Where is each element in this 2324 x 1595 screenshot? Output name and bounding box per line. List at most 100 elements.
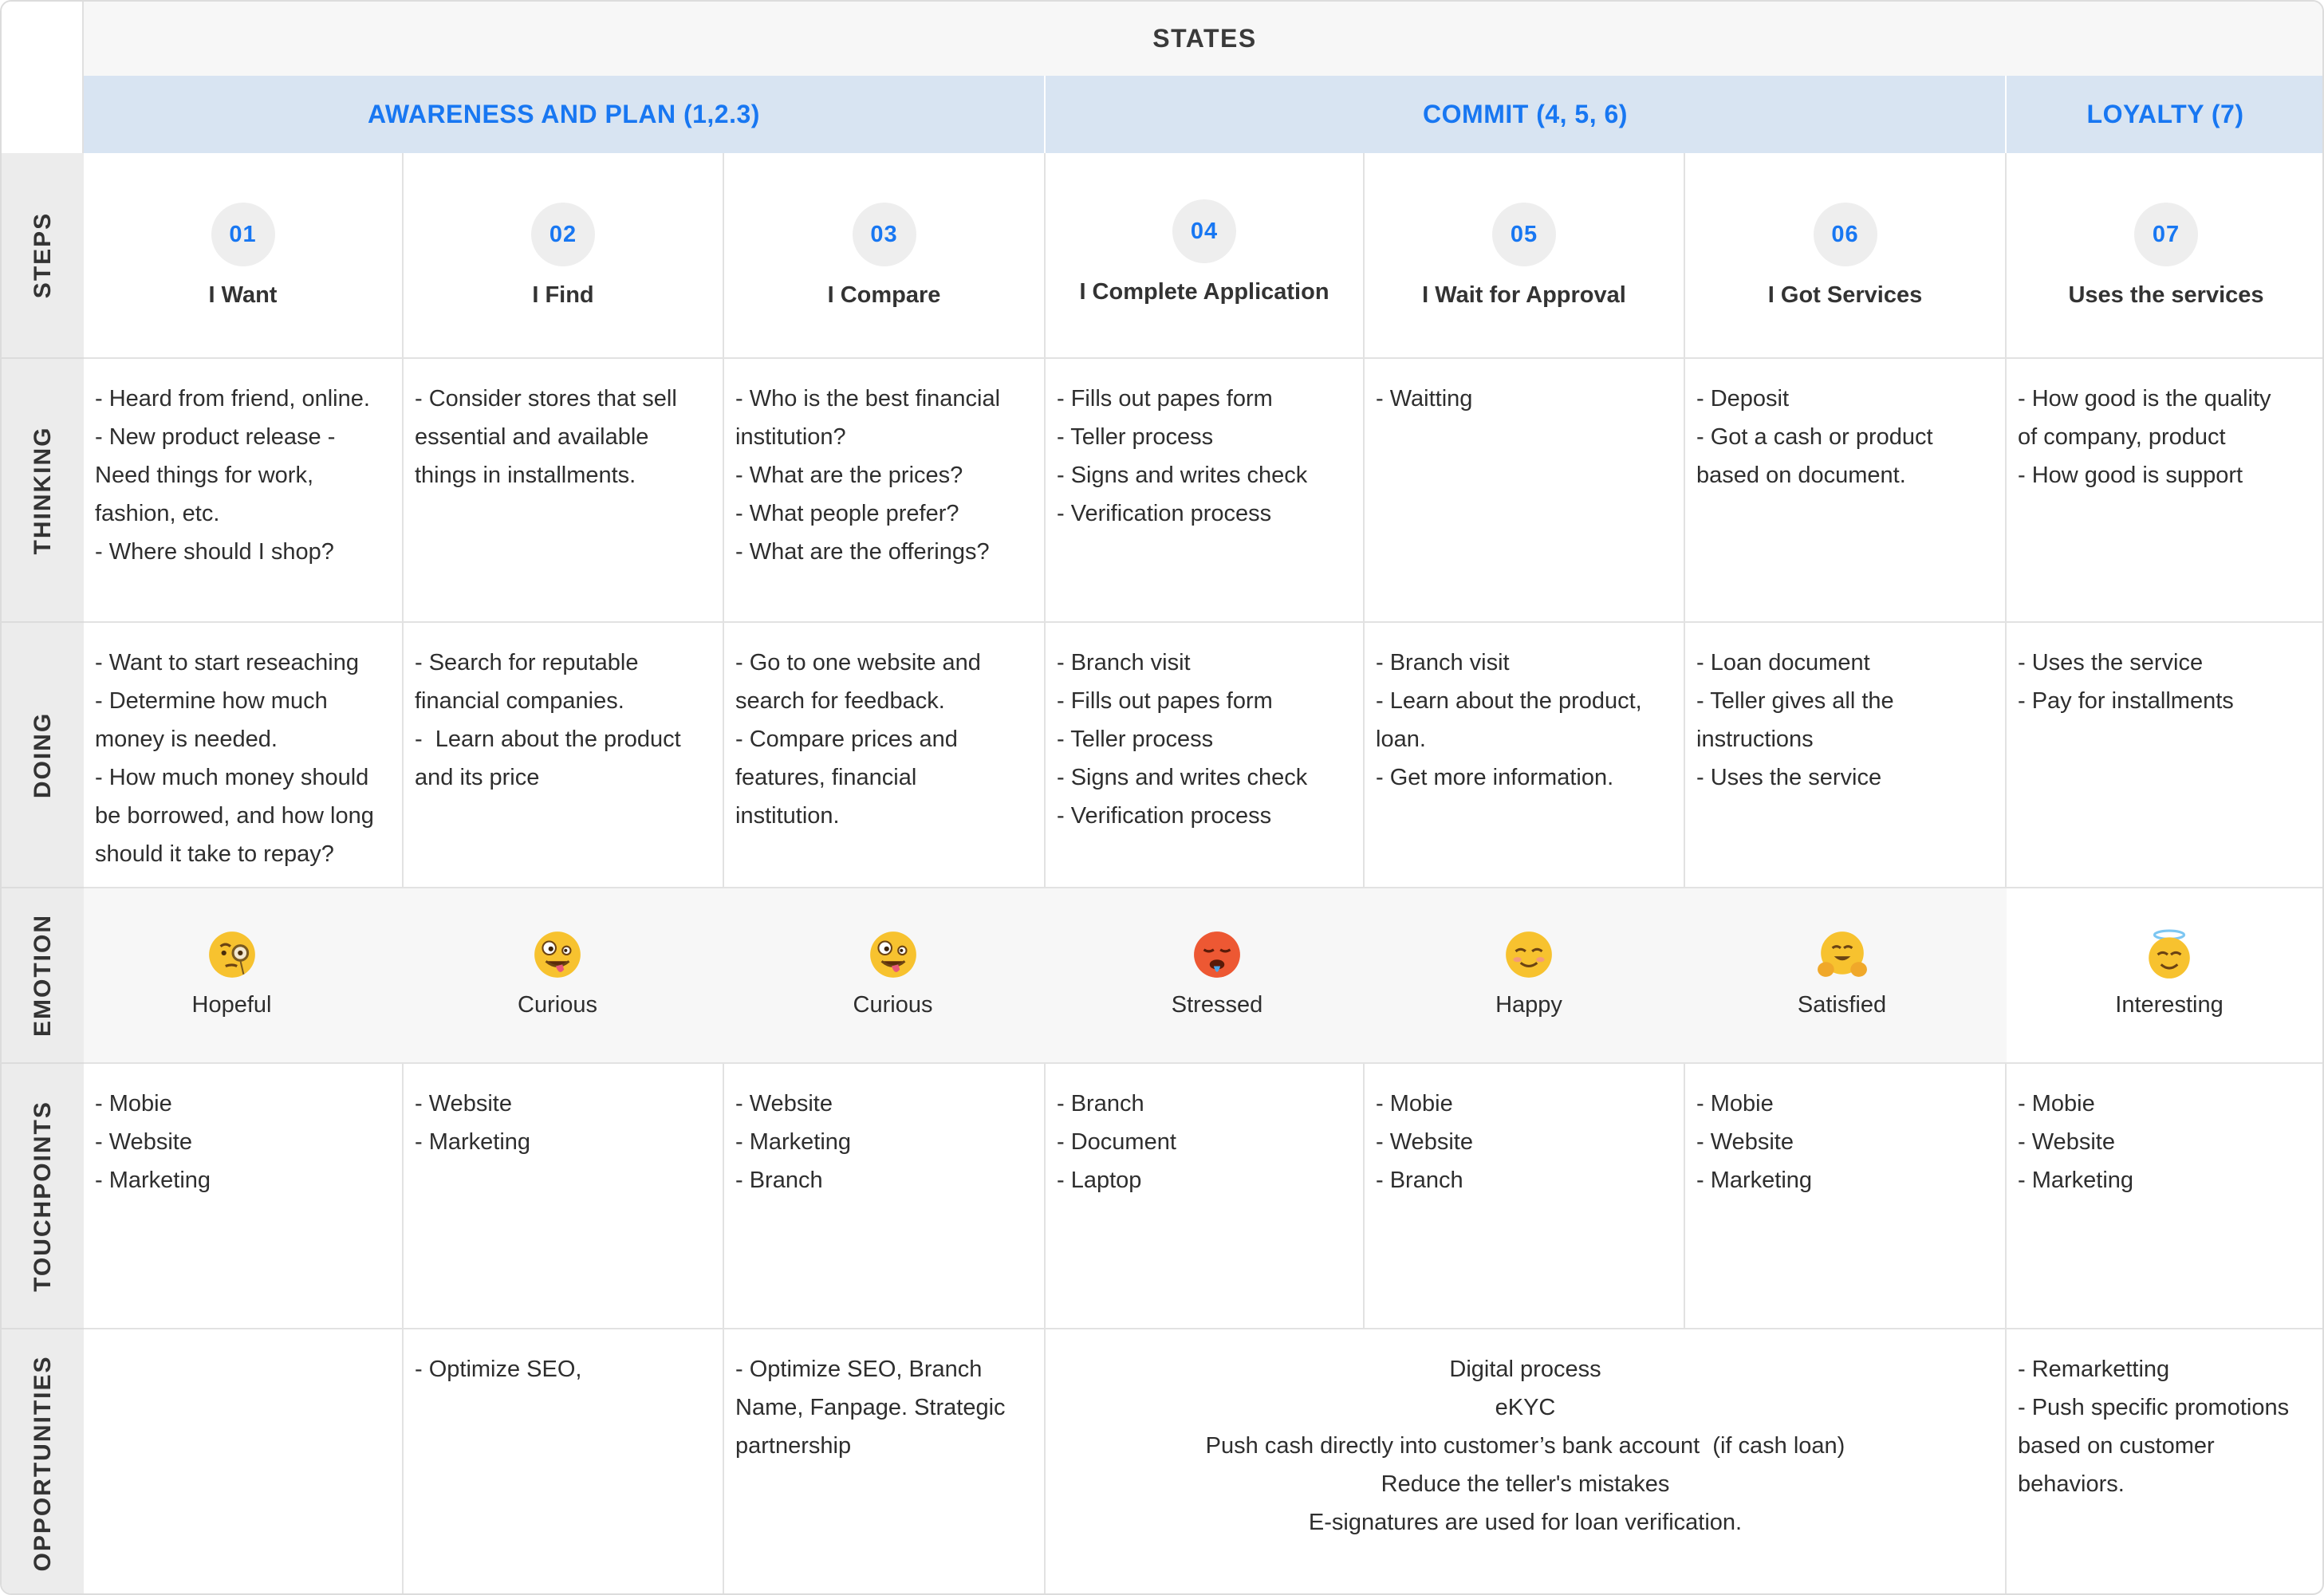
emotion-cell-6: Satisfied: [1685, 888, 2007, 1064]
doing-line: - Teller process: [1057, 727, 1214, 752]
doing-line: money is needed.: [95, 727, 278, 752]
step-number-badge: 01: [211, 203, 275, 266]
doing-line: - Search for reputable: [415, 650, 639, 675]
phase-commit: COMMIT (4, 5, 6): [1046, 76, 2007, 153]
doing-line: - Learn about the product: [415, 727, 681, 752]
doing-cell-6: - Loan document - Teller gives all the i…: [1685, 623, 2007, 888]
step-number-badge: 02: [531, 203, 595, 266]
row-label-thinking: THINKING: [2, 359, 84, 623]
step-number-badge: 05: [1492, 203, 1556, 266]
phase-awareness: AWARENESS AND PLAN (1,2.3): [84, 76, 1046, 153]
opportunity-line: Reduce the teller's mistakes: [1381, 1471, 1670, 1497]
hot-face-icon: [1194, 931, 1240, 978]
step-title: Uses the services: [2068, 282, 2264, 308]
thinking-line: - What are the prices?: [735, 463, 963, 488]
doing-line: be borrowed, and how long: [95, 803, 374, 829]
touchpoint-line: - Branch: [735, 1168, 823, 1193]
doing-line: - Branch visit: [1376, 650, 1510, 675]
thinking-line: based on document.: [1696, 463, 1906, 488]
touchpoint-line: - Marketing: [735, 1129, 852, 1155]
doing-cell-7: - Uses the service - Pay for installment…: [2007, 623, 2322, 888]
step-1: 01 I Want: [84, 153, 404, 359]
opportunity-line: Push cash directly into customer’s bank …: [1205, 1433, 1845, 1459]
row-label-opportunities: OPPORTUNITIES: [2, 1329, 84, 1593]
customer-journey-map: STATES AWARENESS AND PLAN (1,2.3) COMMIT…: [0, 0, 2324, 1595]
row-label-emotion: EMOTION: [2, 888, 84, 1064]
emotion-label: Happy: [1495, 992, 1562, 1018]
doing-line: - Fills out papes form: [1057, 688, 1273, 714]
emotion-label: Stressed: [1171, 992, 1263, 1018]
emotion-cell-3: Curious: [724, 888, 1046, 1064]
doing-line: - Pay for installments: [2018, 688, 2234, 714]
doing-line: instructions: [1696, 727, 1814, 752]
emotion-label: Hopeful: [191, 992, 272, 1018]
touchpoint-line: - Marketing: [1696, 1168, 1813, 1193]
thinking-line: - Consider stores that sell: [415, 386, 677, 412]
row-label-text: TOUCHPOINTS: [29, 1100, 56, 1292]
thinking-line: - Teller process: [1057, 424, 1214, 450]
touchpoint-line: - Marketing: [415, 1129, 531, 1155]
step-title: I Complete Application: [1079, 279, 1329, 305]
step-7: 07 Uses the services: [2007, 153, 2322, 359]
opportunity-line: - Push specific promotions: [2018, 1395, 2290, 1420]
zany-face-icon: [869, 931, 916, 978]
thinking-cell-5: - Waitting: [1365, 359, 1685, 623]
doing-line: features, financial: [735, 765, 917, 790]
touchpoint-line: - Marketing: [95, 1168, 211, 1193]
zany-face-icon: [534, 931, 581, 978]
step-number-badge: 06: [1813, 203, 1877, 266]
opportunity-line: - Optimize SEO, Branch: [735, 1357, 983, 1382]
doing-line: - Uses the service: [1696, 765, 1882, 790]
touchpoint-line: - Website: [1696, 1129, 1794, 1155]
phase-loyalty: LOYALTY (7): [2007, 76, 2322, 153]
step-6: 06 I Got Services: [1685, 153, 2007, 359]
doing-line: - Uses the service: [2018, 650, 2204, 675]
doing-line: - Determine how much: [95, 688, 328, 714]
doing-line: - Teller gives all the: [1696, 688, 1894, 714]
doing-line: should it take to repay?: [95, 841, 334, 867]
doing-line: and its price: [415, 765, 540, 790]
thinking-line: Need things for work,: [95, 463, 314, 488]
thinking-line: - Verification process: [1057, 501, 1272, 526]
step-title: I Got Services: [1767, 282, 1923, 308]
touchpoints-cell-2: - Website - Marketing: [404, 1064, 724, 1329]
touchpoints-cell-6: - Mobie - Website - Marketing: [1685, 1064, 2007, 1329]
doing-line: - Signs and writes check: [1057, 765, 1308, 790]
thinking-line: - Fills out papes form: [1057, 386, 1273, 412]
emotion-cell-5: Happy: [1365, 888, 1685, 1064]
step-3: 03 I Compare: [724, 153, 1046, 359]
doing-cell-4: - Branch visit - Fills out papes form - …: [1046, 623, 1365, 888]
thinking-line: - Who is the best financial: [735, 386, 1001, 412]
doing-line: - Get more information.: [1376, 765, 1614, 790]
thinking-cell-3: - Who is the best financial institution?…: [724, 359, 1046, 623]
thinking-line: - What are the offerings?: [735, 539, 990, 565]
step-2: 02 I Find: [404, 153, 724, 359]
step-title: I Find: [532, 282, 594, 308]
doing-line: - How much money should: [95, 765, 369, 790]
thinking-line: essential and available: [415, 424, 649, 450]
touchpoints-cell-5: - Mobie - Website - Branch: [1365, 1064, 1685, 1329]
touchpoint-line: - Branch: [1057, 1091, 1144, 1116]
opportunity-line: partnership: [735, 1433, 852, 1459]
doing-cell-1: - Want to start reseaching - Determine h…: [84, 623, 404, 888]
thinking-line: things in installments.: [415, 463, 636, 488]
doing-line: - Verification process: [1057, 803, 1272, 829]
emotion-label: Curious: [853, 992, 933, 1018]
row-label-steps: STEPS: [2, 153, 84, 359]
touchpoint-line: - Website: [95, 1129, 192, 1155]
thinking-line: - How good is support: [2018, 463, 2243, 488]
opportunity-line: eKYC: [1495, 1395, 1556, 1420]
doing-line: - Learn about the product,: [1376, 688, 1642, 714]
thinking-line: - Heard from friend, online.: [95, 386, 370, 412]
opportunity-line: behaviors.: [2018, 1471, 2125, 1497]
opportunities-cell-2: - Optimize SEO,: [404, 1329, 724, 1593]
thinking-line: - Signs and writes check: [1057, 463, 1308, 488]
hugging-face-icon: [1817, 931, 1867, 977]
touchpoint-line: - Website: [735, 1091, 833, 1116]
opportunity-line: based on customer: [2018, 1433, 2215, 1459]
row-label-text: OPPORTUNITIES: [29, 1354, 56, 1572]
opportunity-line: - Optimize SEO,: [415, 1357, 582, 1382]
emotion-cell-1: Hopeful: [84, 888, 404, 1064]
thinking-line: of company, product: [2018, 424, 2226, 450]
row-label-text: DOING: [29, 711, 56, 798]
